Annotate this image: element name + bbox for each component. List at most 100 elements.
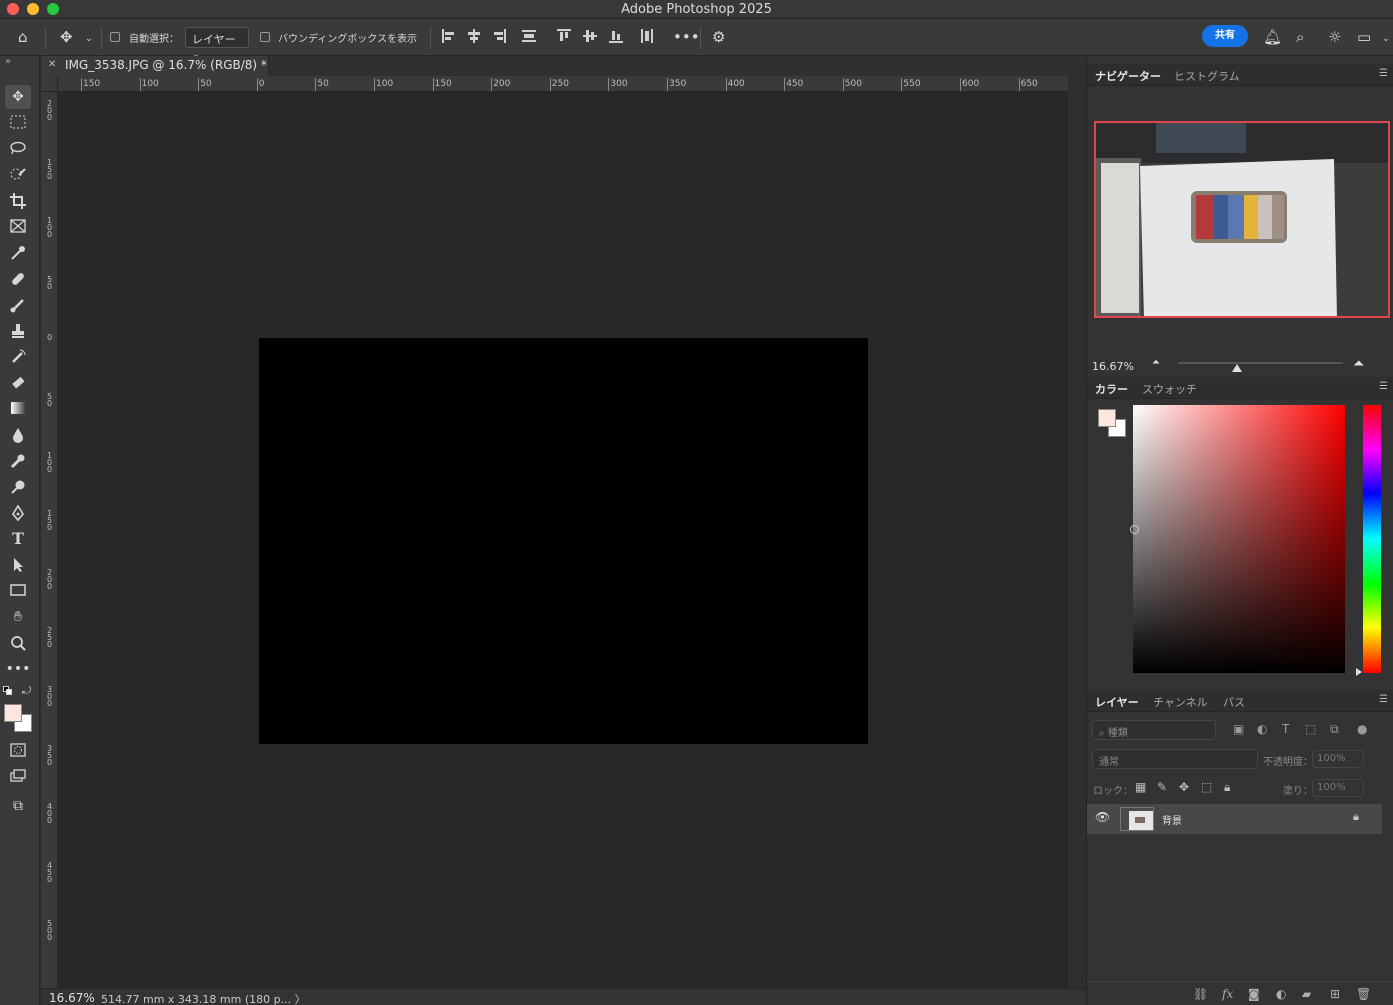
adjustment-filter-icon[interactable]: ◐ [1257,722,1267,736]
zoom-tool-icon[interactable] [5,631,31,655]
default-colors-icon[interactable] [3,686,12,695]
auto-select-checkbox[interactable] [110,32,120,42]
lock-transparent-icon[interactable]: ▦ [1135,780,1146,794]
screen-mode-icon[interactable] [5,765,31,789]
lightbulb-icon[interactable]: ☼ [1328,28,1341,46]
panel-menu-icon[interactable]: ☰ [1379,694,1388,705]
color-picker-field[interactable] [1133,405,1345,673]
vertical-ruler[interactable]: 200 150 100 50 0 50 100 150 200 250 300 350 400 450 50… [41,92,58,988]
marquee-tool-icon[interactable] [5,111,31,135]
tab-navigator[interactable]: ナビゲーター [1095,68,1161,84]
color-picker-cursor[interactable] [1130,525,1139,534]
layer-name[interactable]: 背景 [1162,812,1182,827]
clone-stamp-tool-icon[interactable] [5,319,31,343]
share-button[interactable]: 共有 [1202,25,1248,47]
rectangle-tool-icon[interactable] [5,579,31,603]
smudge-tool-icon[interactable] [5,449,31,473]
workspace-icon[interactable]: ▭ [1357,28,1371,46]
foreground-color-swatch[interactable] [4,704,22,722]
pixel-filter-icon[interactable]: ▣ [1233,722,1244,736]
path-selection-tool-icon[interactable] [5,553,31,577]
panel-menu-icon[interactable]: ☰ [1379,381,1388,392]
eye-icon[interactable]: 👁︎ [1095,810,1110,824]
lock-artboard-icon[interactable]: ⬚ [1201,780,1212,794]
document-size-info[interactable]: 514.77 mm x 343.18 mm (180 p... 〉 [101,991,306,1005]
zoom-in-icon[interactable]: ⏶ [1353,356,1364,372]
panel-foreground-swatch[interactable] [1098,409,1116,427]
collapse-chevron-icon[interactable]: » [5,56,11,67]
opacity-input[interactable]: 100% [1312,750,1364,768]
dodge-tool-icon[interactable] [5,475,31,499]
document-tab[interactable]: ✕ IMG_3538.JPG @ 16.7% (RGB/8) * [41,56,269,76]
close-tab-icon[interactable]: ✕ [48,59,56,70]
swap-colors-icon[interactable]: ⤾ [22,684,31,698]
tab-layers[interactable]: レイヤー [1095,694,1139,710]
align-right-icon[interactable] [492,29,506,43]
fill-input[interactable]: 100% [1312,779,1364,797]
layer-style-icon[interactable]: fx [1222,987,1233,1001]
trash-icon[interactable]: 🗑︎ [1356,987,1371,1001]
document-image[interactable] [259,338,868,744]
history-brush-tool-icon[interactable] [5,345,31,369]
eyedropper-tool-icon[interactable] [5,241,31,265]
navigator-zoom-slider-handle[interactable] [1232,364,1242,372]
tab-color[interactable]: カラー [1095,381,1128,397]
align-left-icon[interactable] [442,29,456,43]
align-top-icon[interactable] [557,29,571,43]
frame-tool-icon[interactable] [5,215,31,239]
move-tool-icon[interactable]: ✥ [5,85,31,109]
brush-tool-icon[interactable] [5,293,31,317]
layer-row[interactable]: 👁︎ 背景 🔒︎ [1087,804,1382,834]
layer-lock-icon[interactable]: 🔒︎ [1353,810,1359,824]
navigator-zoom-value[interactable]: 16.67% [1092,360,1134,373]
more-tools-icon[interactable]: ••• [5,657,31,681]
shape-filter-icon[interactable]: ⬚ [1305,722,1316,736]
type-tool-icon[interactable]: T [5,527,31,551]
hue-slider-handle[interactable] [1356,668,1362,676]
pen-tool-icon[interactable] [5,501,31,525]
auto-select-target-dropdown[interactable]: レイヤー ⌄ [185,27,249,60]
more-options-icon[interactable]: ••• [673,28,700,46]
smart-object-filter-icon[interactable]: ⧉ [1330,722,1339,737]
panel-menu-icon[interactable]: ☰ [1379,68,1388,79]
tab-paths[interactable]: パス [1223,694,1245,710]
align-bottom-icon[interactable] [609,29,623,43]
align-vertical-center-icon[interactable] [583,29,597,43]
lock-position-icon[interactable]: ✥ [1179,780,1189,794]
hue-slider[interactable] [1363,405,1381,673]
home-icon[interactable]: ⌂ [18,28,28,46]
add-mask-icon[interactable]: ◙ [1248,987,1260,1001]
filter-toggle-icon[interactable]: ● [1357,722,1367,736]
distribute-icon[interactable] [522,29,536,43]
blur-tool-icon[interactable] [5,423,31,447]
gear-icon[interactable]: ⚙ [712,28,725,46]
tab-swatches[interactable]: スウォッチ [1142,381,1197,397]
generative-icon[interactable]: ⧉ [5,794,31,818]
blend-mode-select[interactable]: 通常 [1092,749,1258,769]
navigator-zoom-slider[interactable] [1178,362,1343,364]
chevron-down-icon[interactable]: ⌄ [85,30,93,48]
type-filter-icon[interactable]: T [1282,722,1289,736]
layer-filter-select[interactable]: ⌕ 種類 [1092,720,1216,740]
chevron-down-icon[interactable]: ⌄ [1382,30,1390,48]
crop-tool-icon[interactable] [5,189,31,213]
align-horizontal-center-icon[interactable] [467,29,481,43]
new-layer-icon[interactable]: ⊞ [1330,987,1340,1001]
lock-image-icon[interactable]: ✎ [1157,780,1167,794]
status-zoom-value[interactable]: 16.67% [49,991,95,1005]
hand-tool-icon[interactable]: ✋︎ [5,605,31,629]
search-icon[interactable]: ⌕ [1296,28,1304,46]
move-tool-preset-icon[interactable]: ✥ [60,28,73,46]
adjustment-layer-icon[interactable]: ◐ [1276,987,1286,1001]
bell-icon[interactable]: 🔔︎ [1263,28,1282,46]
canvas-scrollbar[interactable] [1068,76,1086,988]
quick-selection-tool-icon[interactable] [5,163,31,187]
quick-mask-icon[interactable] [5,739,31,763]
tab-histogram[interactable]: ヒストグラム [1174,68,1240,84]
horizontal-ruler[interactable]: 150 100 50 0 50 100 150 200 250 300 350 400 450 500 55… [58,76,1068,92]
healing-brush-tool-icon[interactable] [5,267,31,291]
navigator-preview[interactable] [1094,121,1390,318]
lock-all-icon[interactable]: 🔒︎ [1224,780,1230,795]
bounding-box-checkbox[interactable] [260,32,270,42]
new-group-icon[interactable]: ▰ [1302,987,1311,1001]
